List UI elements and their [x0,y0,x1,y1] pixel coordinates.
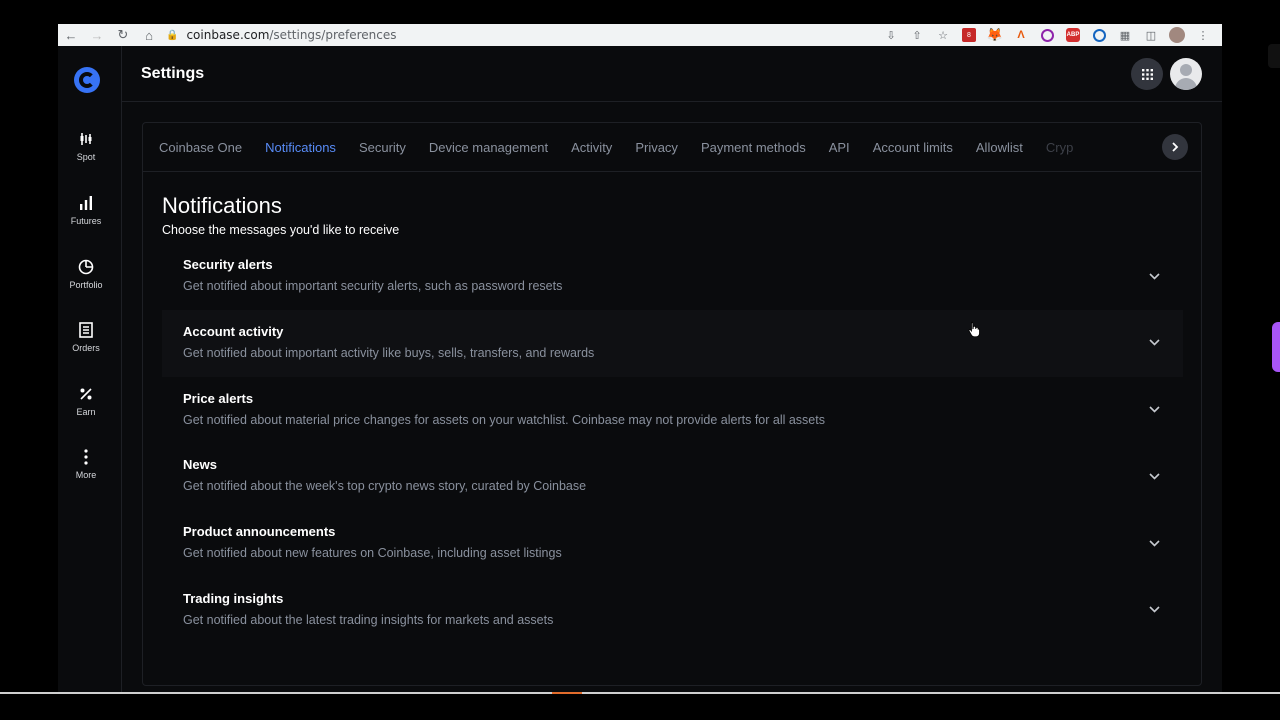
section-subtitle: Choose the messages you'd like to receiv… [162,223,400,237]
share-icon[interactable]: ⇧ [908,27,926,43]
address-bar[interactable]: 🔒 coinbase.com/settings/preferences [166,28,397,42]
tab-activity[interactable]: Activity [571,123,612,171]
percent-icon [79,383,93,405]
pie-chart-icon [78,256,94,278]
pref-title: Account activity [183,323,284,339]
sidebar-item-earn[interactable]: Earn [58,383,114,437]
profile-icon[interactable] [1168,27,1186,43]
chevron-down-icon[interactable] [1147,469,1161,483]
extension-a-icon[interactable]: Λ [1012,27,1030,43]
extension-badge: 8 [962,28,976,42]
section-title: Notifications [162,193,282,218]
tab-account-limits[interactable]: Account limits [873,123,953,171]
pref-description: Get notified about the latest trading in… [183,612,554,627]
lock-icon: 🔒 [166,29,179,41]
sidebar-item-label: Spot [76,152,96,162]
pref-product-announcements[interactable]: Product announcements Get notified about… [162,510,1183,577]
pref-description: Get notified about important security al… [183,279,563,293]
pref-description: Get notified about material price change… [183,412,825,427]
notification-preferences-list: Security alerts Get notified about impor… [162,243,1183,644]
chevron-down-icon[interactable] [1147,536,1161,550]
tab-api[interactable]: API [829,123,850,171]
coinbase-app: Spot Futures Portfolio Orders Earn More … [58,46,1222,694]
hand-cursor-icon [968,321,980,337]
chevron-down-icon[interactable] [1147,269,1161,283]
video-progress-marker [552,692,582,694]
pref-price-alerts[interactable]: Price alerts Get notified about material… [162,377,1183,444]
browser-toolbar: ← → ↻ ⌂ 🔒 coinbase.com/settings/preferen… [58,24,1222,46]
metamask-fox-icon[interactable]: 🦊 [986,27,1004,43]
bookmark-star-icon[interactable]: ☆ [934,27,952,43]
pref-description: Get notified about important activity li… [183,345,595,360]
pref-title: Price alerts [183,390,254,406]
coinbase-logo-icon[interactable] [74,67,100,93]
sidebar-item-label: More [75,470,97,480]
page-title: Settings [141,65,205,82]
avatar[interactable] [1170,58,1202,90]
extension-purple-icon[interactable] [1038,27,1056,43]
pref-trading-insights[interactable]: Trading insights Get notified about the … [162,577,1183,644]
pref-description: Get notified about new features on Coinb… [183,546,562,561]
sidebar: Spot Futures Portfolio Orders Earn More [58,46,122,694]
url-path: /settings/preferences [269,28,397,42]
pref-description: Get notified about the week's top crypto… [183,479,587,494]
apps-grid-icon[interactable] [1131,58,1163,90]
tab-privacy[interactable]: Privacy [635,123,678,171]
chevron-down-icon[interactable] [1147,336,1161,350]
install-app-icon[interactable]: ⇩ [882,27,900,43]
tab-notifications[interactable]: Notifications [265,123,336,171]
more-vertical-icon [83,446,89,468]
sidebar-item-spot[interactable]: Spot [58,128,114,182]
tab-crypto[interactable]: Cryp [1046,123,1073,171]
pref-security-alerts[interactable]: Security alerts Get notified about impor… [162,243,1183,310]
chevron-down-icon[interactable] [1147,403,1161,417]
document-icon [79,319,93,341]
pref-title: Product announcements [183,524,336,540]
side-edge-tab [1268,44,1280,68]
extensions-puzzle-icon[interactable]: ▦ [1116,27,1134,43]
bar-chart-icon [79,192,93,214]
browser-menu-icon[interactable]: ⋮ [1194,27,1212,43]
url-domain: coinbase.com [186,28,270,42]
pref-news[interactable]: News Get notified about the week's top c… [162,443,1183,510]
side-panel-icon[interactable]: ◫ [1142,27,1160,43]
settings-tabs: Coinbase One Notifications Security Devi… [143,123,1201,172]
home-icon[interactable]: ⌂ [136,24,162,46]
adblock-icon[interactable]: ABP [1064,27,1082,43]
extension-red-icon[interactable]: 8 [960,27,978,43]
forward-icon[interactable]: → [84,24,110,46]
extension-blue-icon[interactable] [1090,27,1108,43]
pref-title: Security alerts [183,257,273,272]
sidebar-item-label: Earn [76,407,96,417]
sidebar-item-futures[interactable]: Futures [58,192,114,246]
sidebar-item-label: Orders [72,343,100,353]
tab-allowlist[interactable]: Allowlist [976,123,1023,171]
tab-security[interactable]: Security [359,123,406,171]
video-progress-bar [0,692,1280,694]
tab-device-management[interactable]: Device management [429,123,548,171]
sidebar-item-orders[interactable]: Orders [58,319,114,373]
back-icon[interactable]: ← [58,24,84,46]
candlestick-icon [79,128,93,150]
top-bar: Settings [122,46,1222,102]
chevron-down-icon[interactable] [1147,603,1161,617]
settings-panel: Coinbase One Notifications Security Devi… [142,122,1202,686]
side-widget-tab[interactable] [1272,322,1280,372]
pref-title: Trading insights [183,590,284,606]
tab-payment-methods[interactable]: Payment methods [701,123,806,171]
tab-coinbase-one[interactable]: Coinbase One [159,123,242,171]
sidebar-item-label: Futures [70,216,102,226]
pref-account-activity[interactable]: Account activity Get notified about impo… [162,309,1183,377]
sidebar-item-label: Portfolio [69,280,103,290]
chevron-right-icon[interactable] [1162,134,1188,160]
pref-title: News [183,457,217,473]
sidebar-item-more[interactable]: More [58,446,114,500]
reload-icon[interactable]: ↻ [110,24,136,46]
sidebar-item-portfolio[interactable]: Portfolio [58,256,114,310]
